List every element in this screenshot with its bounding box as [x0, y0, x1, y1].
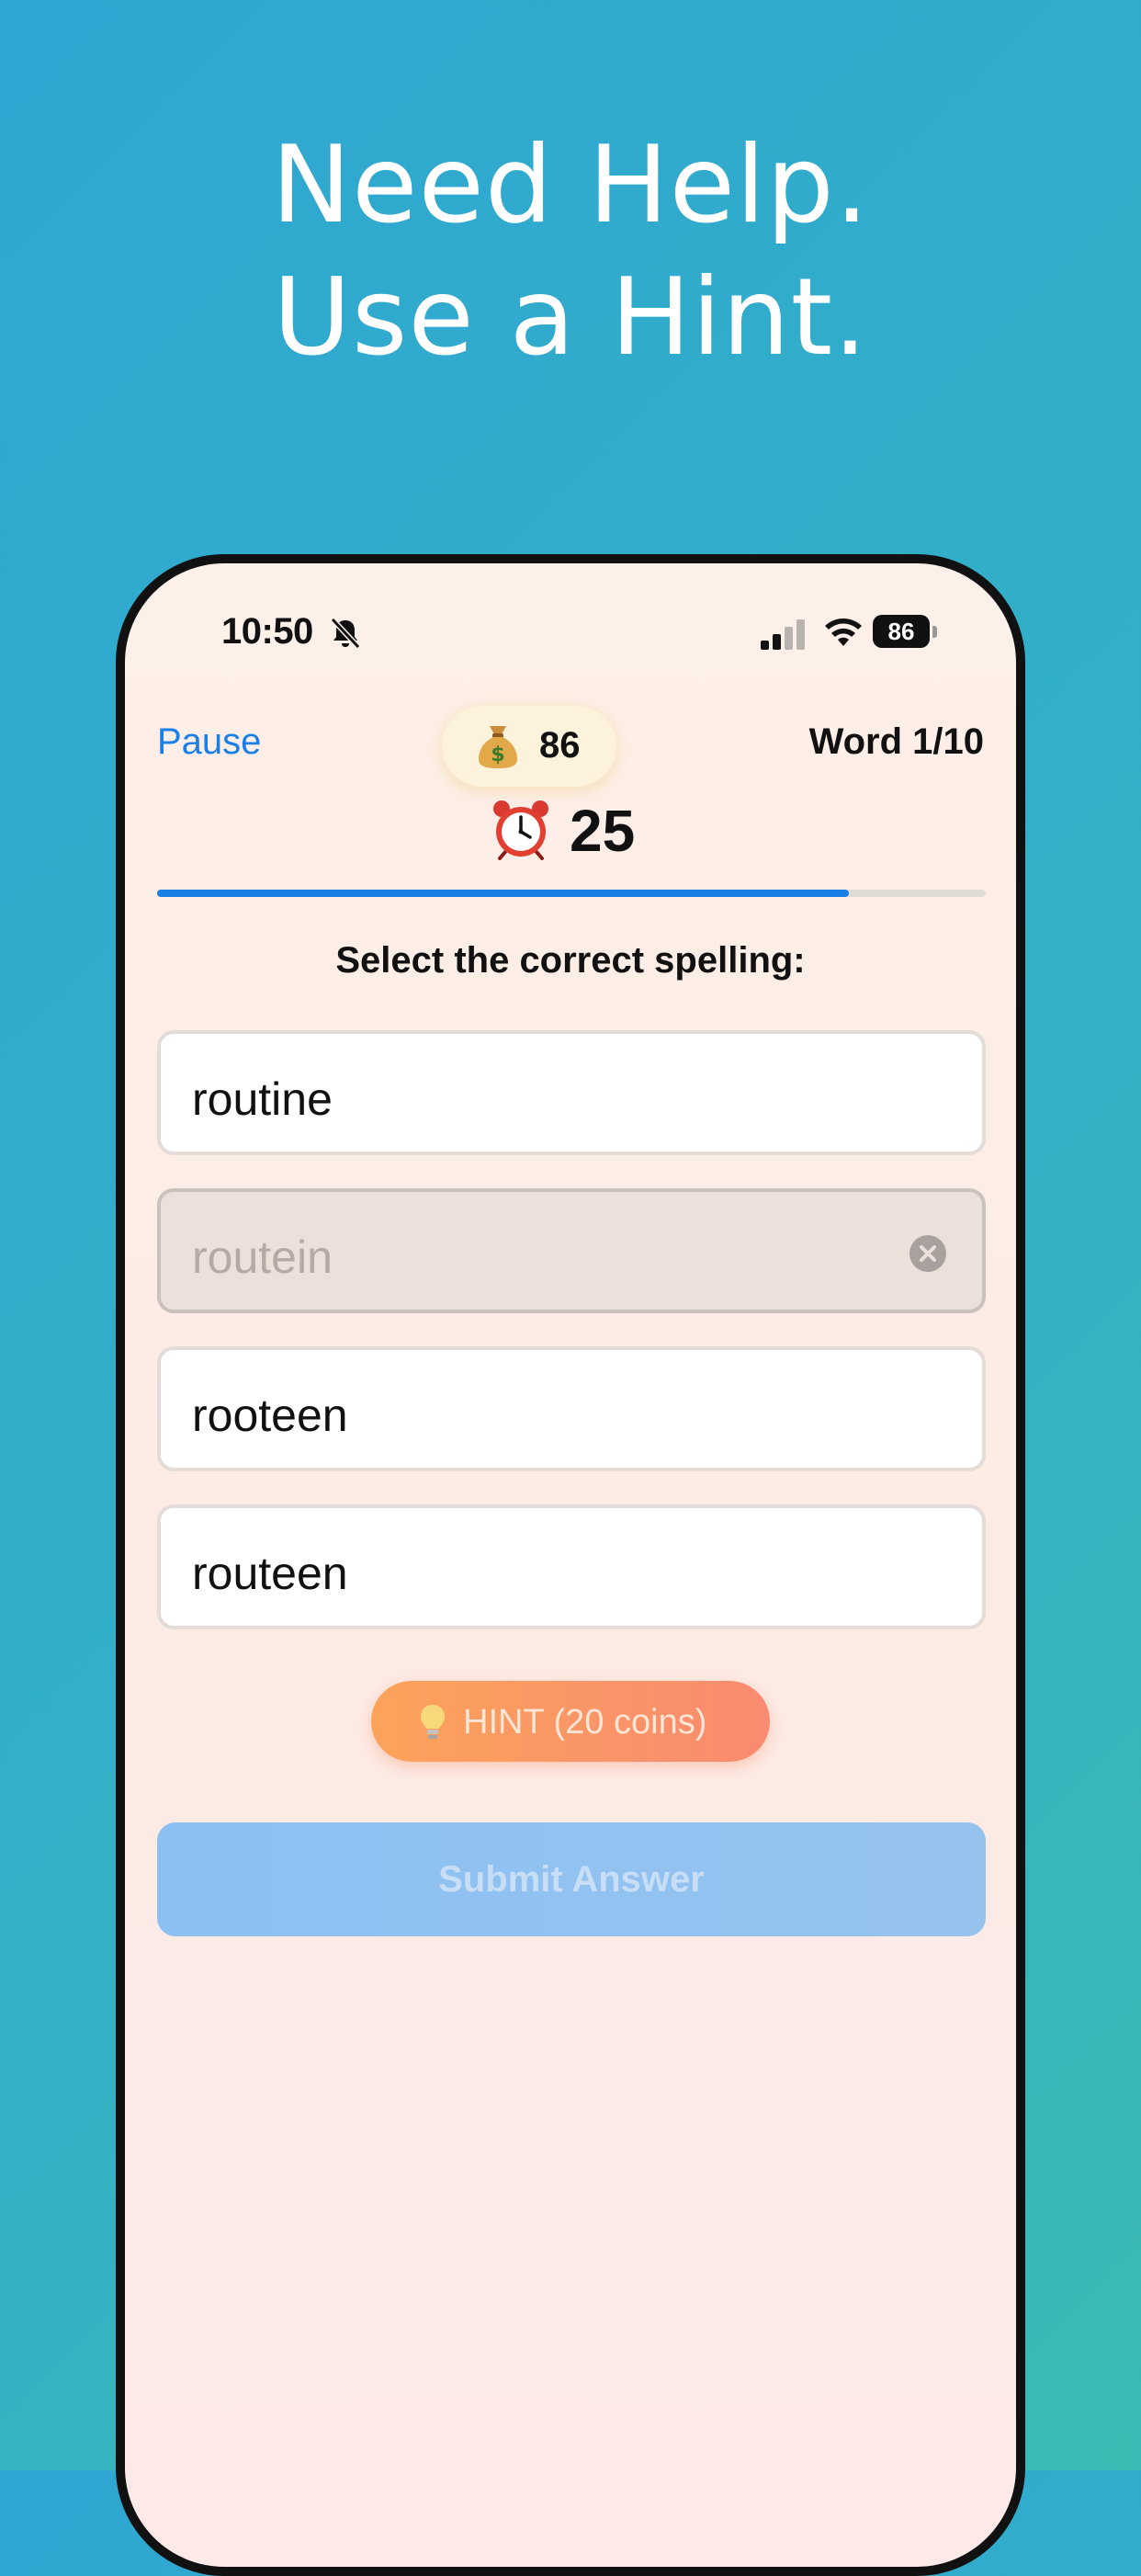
promo-line-1: Need Help. [271, 123, 870, 247]
answer-option-label: routein [192, 1231, 333, 1283]
submit-answer-label: Submit Answer [438, 1859, 705, 1900]
progress-fill [157, 890, 850, 897]
signal-icon [761, 619, 805, 650]
question-prompt: Select the correct spelling: [335, 940, 806, 981]
svg-text:$: $ [491, 743, 504, 766]
battery-tip [932, 626, 937, 638]
phone-frame: 10:50 86 Pause $ 86 Word 1/10 25 Select … [116, 554, 1025, 2576]
answer-option-label: routeen [192, 1548, 348, 1599]
battery-icon: 86 [873, 615, 939, 652]
submit-answer-button[interactable]: Submit Answer [157, 1822, 986, 1936]
answer-option[interactable]: routine [157, 1030, 986, 1155]
coin-balance-badge: $ 86 [442, 706, 616, 787]
bell-slash-icon [330, 617, 361, 650]
answer-option[interactable]: rooteen [157, 1346, 986, 1471]
wifi-icon [825, 618, 862, 646]
word-counter: Word 1/10 [808, 721, 984, 762]
answer-option[interactable]: routeen [157, 1504, 986, 1629]
money-bag-icon: $ [479, 726, 517, 768]
alarm-clock-icon [493, 800, 548, 860]
lightbulb-icon [421, 1705, 445, 1739]
progress-bar [157, 890, 986, 897]
answer-option-label: rooteen [192, 1390, 348, 1441]
promo-line-2: Use a Hint. [273, 255, 868, 380]
pause-button[interactable]: Pause [157, 721, 261, 763]
coin-balance-value: 86 [539, 725, 581, 766]
answer-option-eliminated[interactable]: routein [157, 1188, 986, 1313]
answer-option-label: routine [192, 1073, 333, 1125]
hint-button[interactable]: HINT (20 coins) [371, 1681, 770, 1762]
promo-headline: Need Help. Use a Hint. [0, 119, 1141, 384]
status-time: 10:50 [221, 611, 313, 652]
hint-button-label: HINT (20 coins) [463, 1703, 707, 1742]
timer-value: 25 [570, 798, 636, 864]
battery-level: 86 [873, 615, 930, 648]
close-circle-icon [909, 1235, 946, 1272]
app-screen: 10:50 86 Pause $ 86 Word 1/10 25 Select … [125, 563, 1016, 2567]
